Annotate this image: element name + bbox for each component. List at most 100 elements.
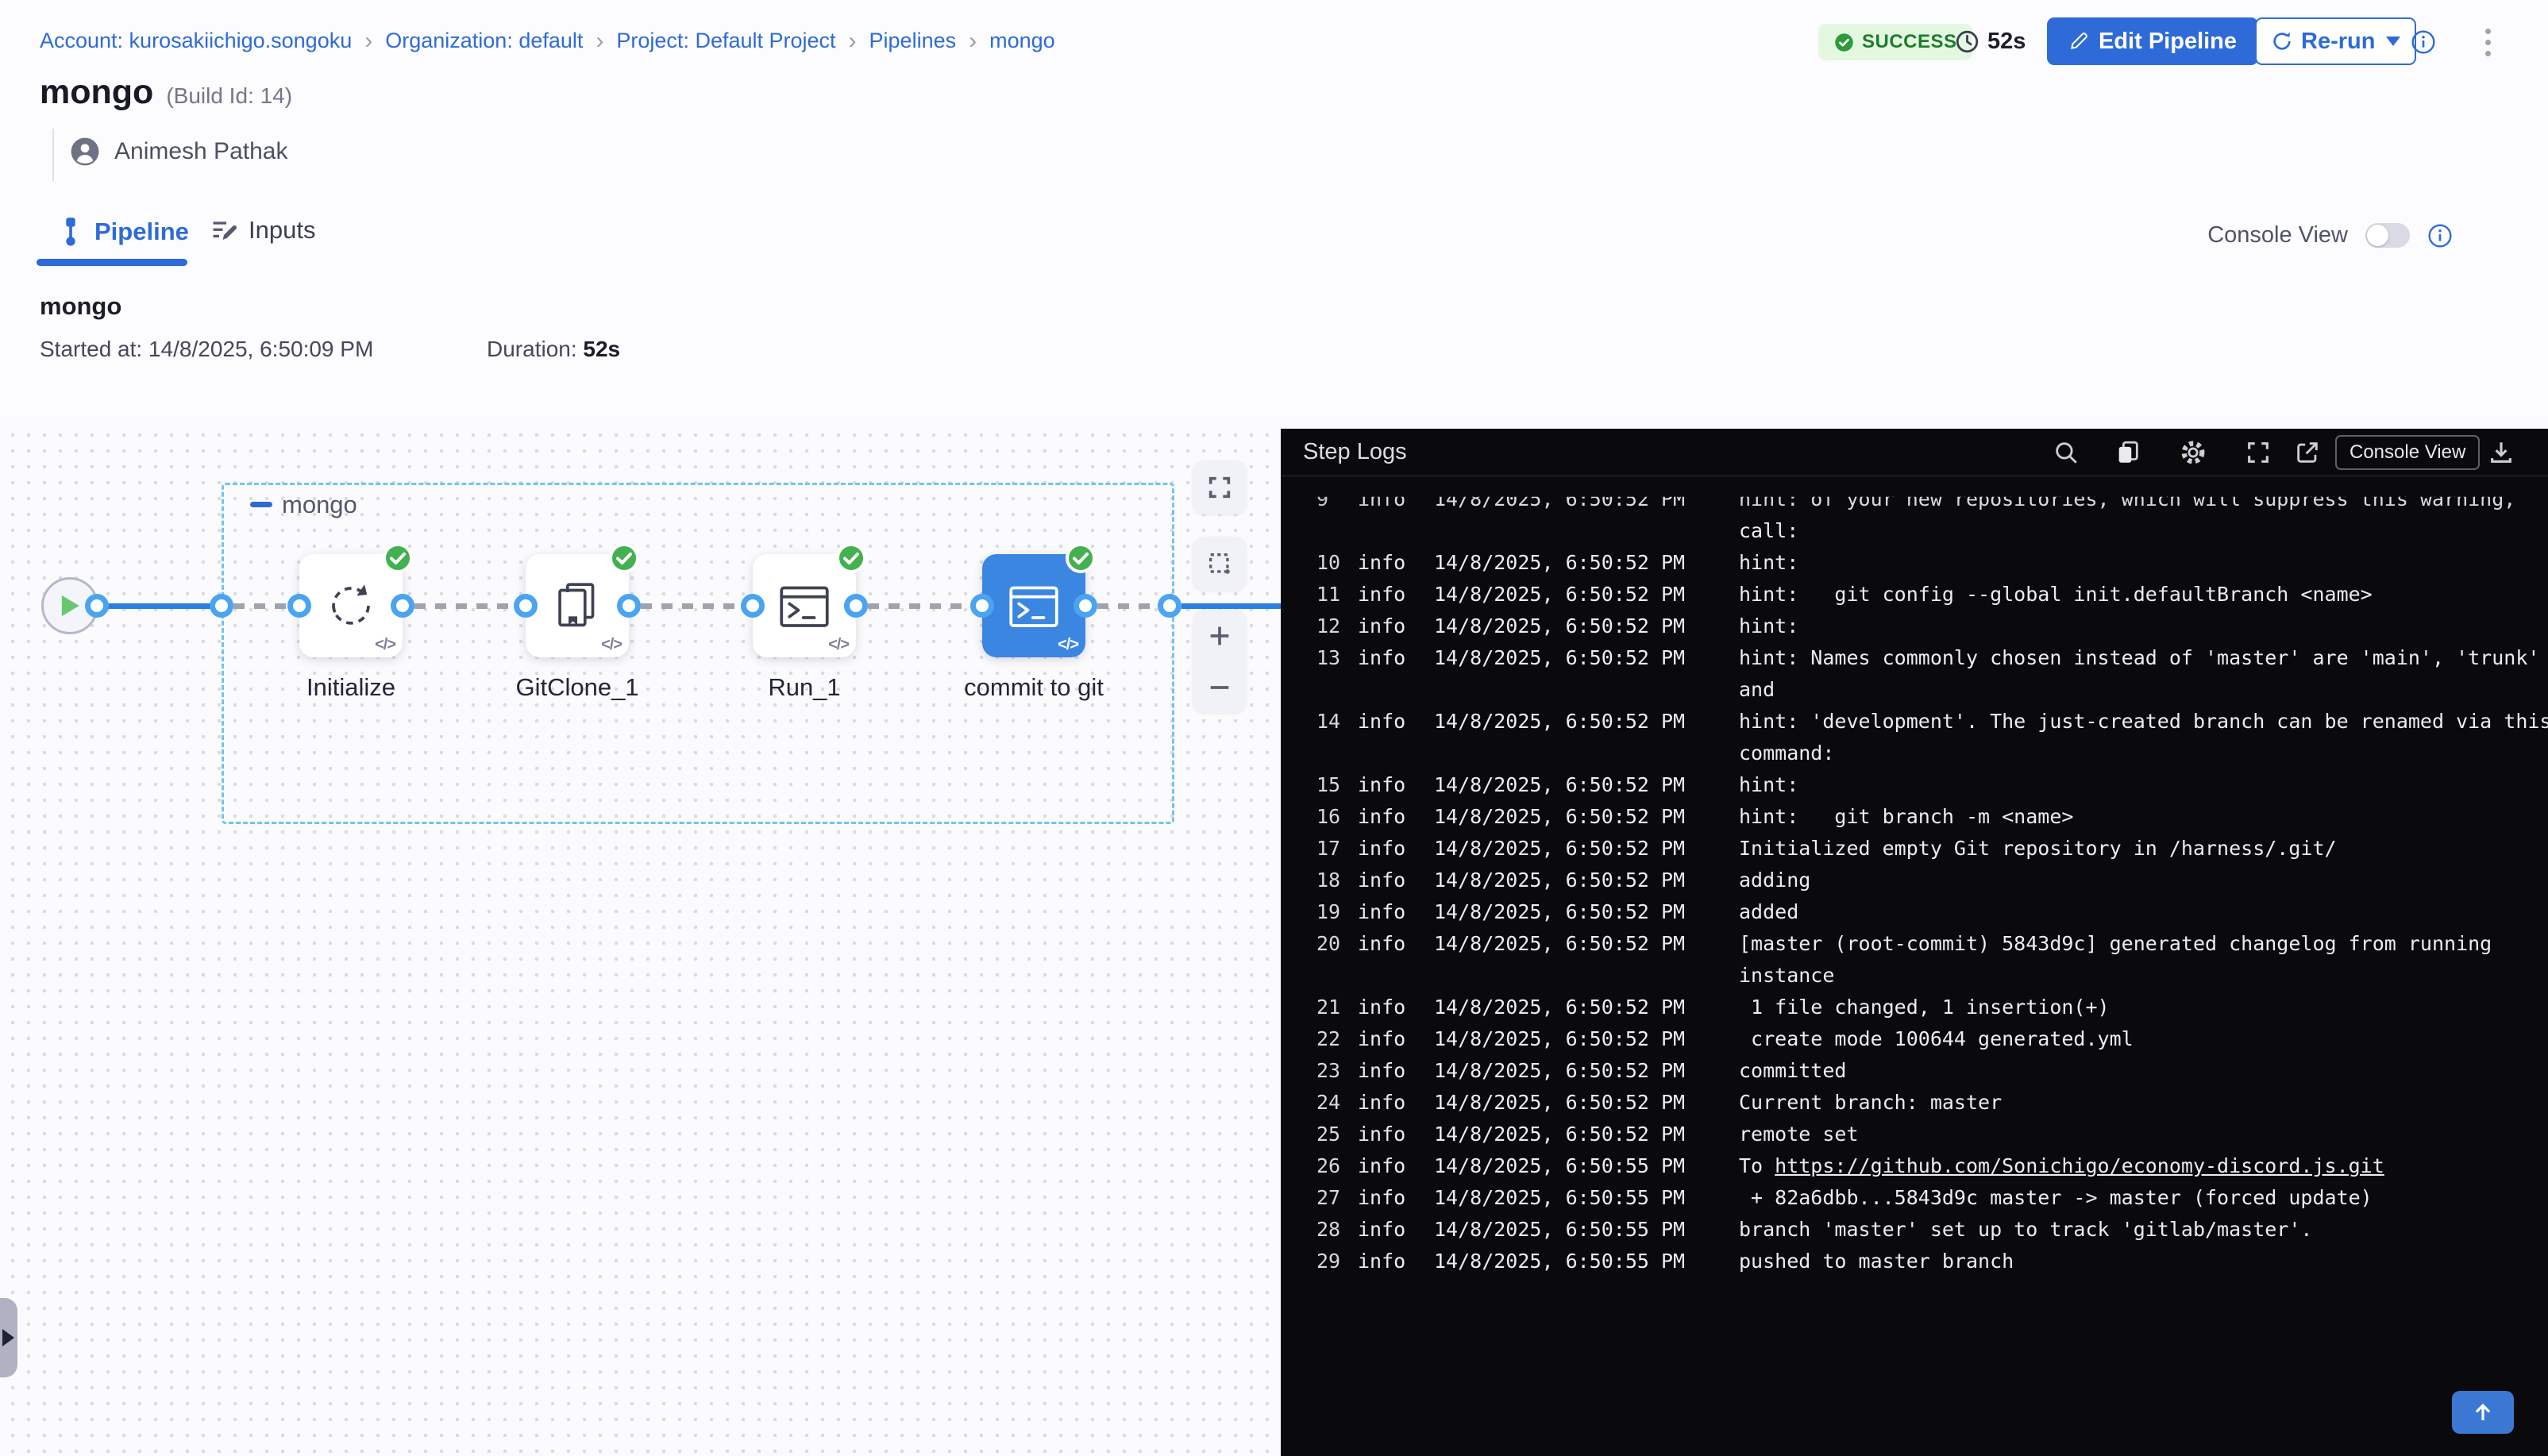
connector-port[interactable] xyxy=(741,594,765,618)
success-check-badge xyxy=(607,541,641,575)
log-timestamp xyxy=(1434,515,1739,547)
chevron-right-icon xyxy=(2,1329,14,1346)
log-row: 28info14/8/2025, 6:50:55 PMbranch 'maste… xyxy=(1281,1214,2548,1246)
connector-line xyxy=(97,603,222,609)
breadcrumb-item[interactable]: Account: kurosakiichigo.songoku xyxy=(40,29,352,53)
fit-to-screen-button[interactable] xyxy=(1193,460,1247,514)
log-level: info xyxy=(1358,865,1434,896)
pipeline-icon xyxy=(57,216,84,248)
log-row: 18info14/8/2025, 6:50:52 PMadding xyxy=(1281,865,2548,896)
log-message: Initialized empty Git repository in /har… xyxy=(1739,833,2337,865)
log-level: info xyxy=(1358,833,1434,865)
download-icon[interactable] xyxy=(2488,439,2515,466)
connector-port[interactable] xyxy=(844,594,868,618)
log-line-number xyxy=(1281,515,1358,547)
log-message: hint: 'development'. The just-created br… xyxy=(1739,706,2548,738)
rerun-button[interactable]: Re-run xyxy=(2255,17,2416,65)
tab-inputs[interactable]: Inputs xyxy=(210,216,315,245)
console-view-button[interactable]: Console View xyxy=(2335,435,2480,470)
log-message: added xyxy=(1739,896,1798,928)
build-id: (Build Id: 14) xyxy=(166,83,292,109)
log-level: info xyxy=(1358,483,1434,515)
success-check-badge xyxy=(1064,541,1097,575)
connector-line xyxy=(641,603,741,609)
log-message: and xyxy=(1739,674,1775,706)
info-icon[interactable] xyxy=(2411,29,2436,55)
log-row: 9info14/8/2025, 6:50:52 PMhint: of your … xyxy=(1281,483,2548,515)
connector-port[interactable] xyxy=(514,594,538,618)
collapse-stage-icon[interactable] xyxy=(250,502,272,507)
pipeline-name: mongo xyxy=(40,73,153,112)
log-message: hint: Names commonly chosen instead of '… xyxy=(1739,642,2539,674)
chevron-down-icon xyxy=(2386,37,2400,46)
log-line-number: 13 xyxy=(1281,642,1358,674)
log-message: pushed to master branch xyxy=(1739,1246,2014,1277)
connector-port[interactable] xyxy=(287,594,311,618)
log-panel-header: Step Logs Console View xyxy=(1281,429,2548,476)
connector-port[interactable] xyxy=(970,594,994,618)
tab-pipeline[interactable]: Pipeline xyxy=(57,216,189,248)
more-options-menu[interactable] xyxy=(2481,24,2496,61)
open-in-new-icon[interactable] xyxy=(2294,439,2321,466)
duration-indicator: 52s xyxy=(1955,29,2026,55)
step-label: commit to git xyxy=(899,673,1169,702)
console-view-button-label: Console View xyxy=(2349,441,2465,464)
execution-summary: mongo Started at: 14/8/2025, 6:50:09 PM … xyxy=(0,267,2548,424)
zoom-controls[interactable] xyxy=(1193,610,1247,713)
expand-left-panel-handle[interactable] xyxy=(0,1298,17,1377)
log-level: info xyxy=(1358,611,1434,642)
scroll-to-top-button[interactable] xyxy=(2452,1391,2514,1434)
connector-port[interactable] xyxy=(1074,594,1097,618)
log-message: remote set xyxy=(1739,1119,1859,1150)
connector-line xyxy=(414,603,514,609)
zoom-in-button[interactable] xyxy=(1206,622,1233,649)
log-timestamp: 14/8/2025, 6:50:55 PM xyxy=(1434,1246,1739,1277)
toggle-knob xyxy=(2367,225,2388,246)
log-row: 13info14/8/2025, 6:50:52 PMhint: Names c… xyxy=(1281,642,2548,674)
log-timestamp: 14/8/2025, 6:50:52 PM xyxy=(1434,1055,1739,1087)
zoom-out-button[interactable] xyxy=(1206,674,1233,701)
log-row: 20info14/8/2025, 6:50:52 PM[master (root… xyxy=(1281,928,2548,960)
log-message: create mode 100644 generated.yml xyxy=(1739,1023,2134,1055)
breadcrumb-item[interactable]: Project: Default Project xyxy=(616,29,835,53)
clock-icon xyxy=(1955,29,1979,54)
log-level: info xyxy=(1358,547,1434,579)
log-timestamp: 14/8/2025, 6:50:52 PM xyxy=(1434,483,1739,515)
marquee-select-button[interactable] xyxy=(1193,537,1247,591)
log-row: command: xyxy=(1281,738,2548,769)
breadcrumb-item[interactable]: Pipelines xyxy=(869,29,957,53)
log-line-number: 25 xyxy=(1281,1119,1358,1150)
console-view-toggle[interactable] xyxy=(2365,223,2410,248)
log-line-number xyxy=(1281,738,1358,769)
search-icon[interactable] xyxy=(2053,439,2080,466)
log-message: hint: of your new repositories, which wi… xyxy=(1739,483,2515,515)
connector-port[interactable] xyxy=(1158,594,1181,618)
connector-port[interactable] xyxy=(617,594,641,618)
console-view-toggle-row: Console View xyxy=(2207,222,2453,248)
log-timestamp: 14/8/2025, 6:50:55 PM xyxy=(1434,1214,1739,1246)
status-badge: SUCCESS xyxy=(1818,24,1972,60)
connector-line xyxy=(233,603,287,609)
log-timestamp: 14/8/2025, 6:50:52 PM xyxy=(1434,865,1739,896)
log-link[interactable]: https://github.com/Sonichigo/economy-dis… xyxy=(1775,1154,2384,1177)
copy-icon[interactable] xyxy=(2114,439,2141,466)
breadcrumb-item[interactable]: Organization: default xyxy=(385,29,583,53)
log-timestamp xyxy=(1434,738,1739,769)
status-label: SUCCESS xyxy=(1862,31,1957,53)
connector-port[interactable] xyxy=(391,594,414,618)
edit-pipeline-label: Edit Pipeline xyxy=(2099,29,2237,55)
log-line-number: 15 xyxy=(1281,769,1358,801)
fullscreen-icon[interactable] xyxy=(2245,439,2272,466)
edit-pipeline-button[interactable]: Edit Pipeline xyxy=(2047,17,2258,65)
info-icon[interactable] xyxy=(2427,223,2453,248)
breadcrumb: Account: kurosakiichigo.songoku › Organiza… xyxy=(40,29,1055,53)
connector-port[interactable] xyxy=(210,594,233,618)
success-check-badge xyxy=(381,541,414,575)
log-level: info xyxy=(1358,642,1434,674)
connector-port[interactable] xyxy=(85,594,109,618)
divider xyxy=(52,129,54,181)
log-body[interactable]: 9info14/8/2025, 6:50:52 PMhint: of your … xyxy=(1281,476,2548,1456)
settings-gear-icon[interactable] xyxy=(2180,439,2207,466)
chevron-right-icon: › xyxy=(969,30,977,52)
breadcrumb-item[interactable]: mongo xyxy=(989,29,1055,53)
